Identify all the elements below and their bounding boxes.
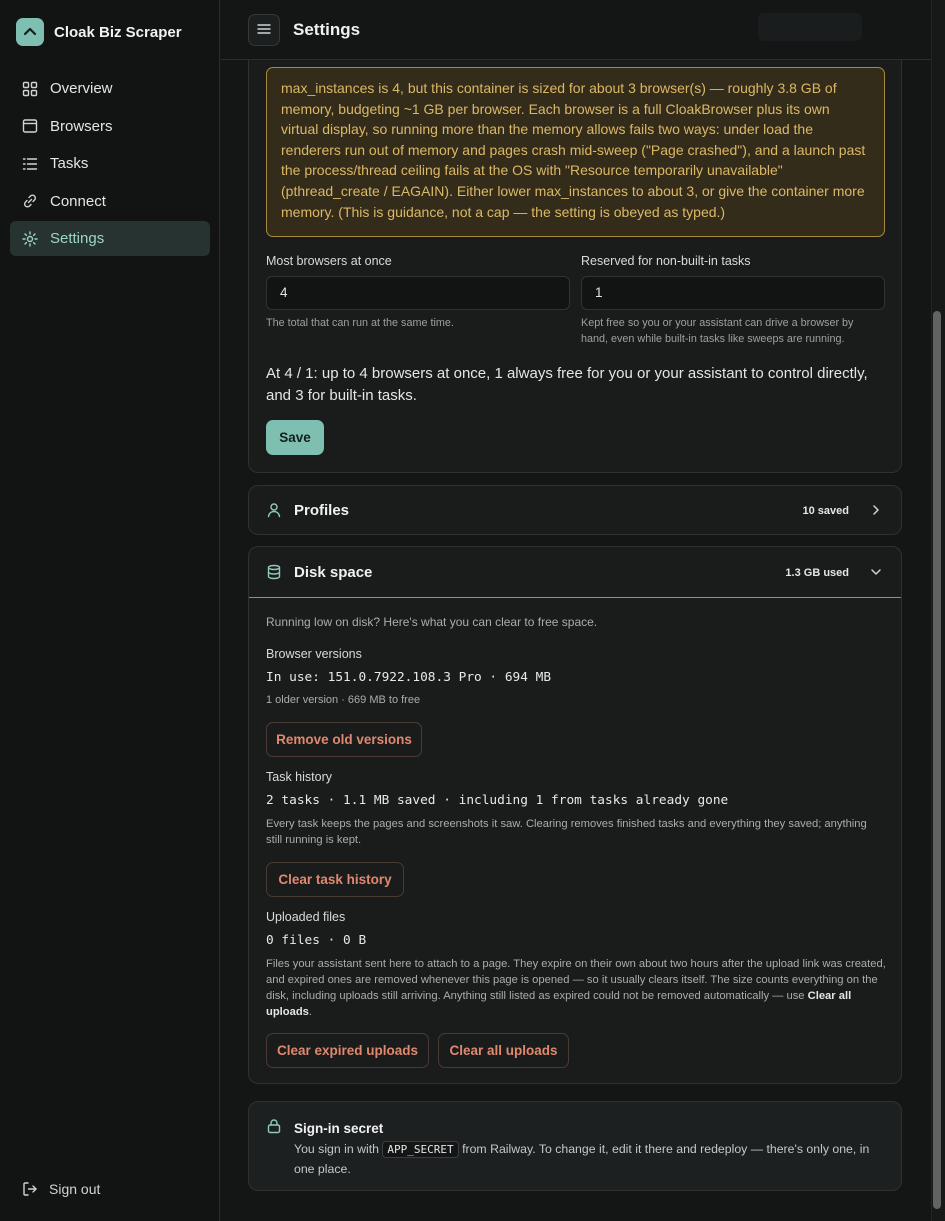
page-title: Settings <box>293 20 361 39</box>
grid-icon <box>22 81 38 97</box>
uploaded-files-summary: 0 files · 0 B <box>266 933 367 948</box>
chevron-right-icon <box>869 503 883 517</box>
browser-limits-card: max_instances is 4, but this container i… <box>248 40 902 473</box>
lock-icon <box>266 1118 282 1134</box>
gear-icon <box>22 230 38 247</box>
clear-expired-uploads-button[interactable]: Clear expired uploads <box>266 1033 429 1068</box>
sidebar-item-label: Settings <box>50 230 105 247</box>
sidebar-item-label: Connect <box>50 192 106 210</box>
app-secret-code: APP_SECRET <box>382 1141 459 1158</box>
sign-in-secret-card: Sign-in secret You sign in with APP_SECR… <box>248 1101 902 1191</box>
sidebar-item-connect[interactable]: Connect <box>10 184 210 219</box>
disk-space-header[interactable]: Disk space 1.3 GB used <box>249 547 901 598</box>
sign-out-icon <box>22 1181 38 1197</box>
limits-summary: At 4 / 1: up to 4 browsers at once, 1 al… <box>266 365 868 404</box>
app-logo-icon <box>16 18 44 46</box>
header-action-button[interactable] <box>758 13 862 41</box>
disk-space-card: Disk space 1.3 GB used Running low on di… <box>248 546 902 1084</box>
profiles-title: Profiles <box>294 502 350 519</box>
uploads-desc-text: Files your assistant sent here to attach… <box>266 958 886 1002</box>
uploaded-files-description: Files your assistant sent here to attach… <box>266 956 886 1020</box>
reserved-input[interactable]: 1 <box>581 276 885 310</box>
page-header: Settings <box>221 0 931 60</box>
window-icon <box>22 118 38 134</box>
chevron-down-icon <box>869 565 883 579</box>
user-icon <box>266 502 282 518</box>
app-name: Cloak Biz Scraper <box>54 23 182 41</box>
list-icon <box>22 156 38 172</box>
max-browsers-input[interactable]: 4 <box>266 276 570 310</box>
hamburger-icon <box>257 22 271 38</box>
database-icon <box>266 564 282 580</box>
remove-old-versions-button[interactable]: Remove old versions <box>266 722 422 757</box>
sign-out-button[interactable]: Sign out <box>22 1181 100 1197</box>
max-browsers-label: Most browsers at once <box>266 254 392 268</box>
clear-all-uploads-button[interactable]: Clear all uploads <box>438 1033 569 1068</box>
sign-in-secret-title: Sign-in secret <box>294 1121 384 1136</box>
scrollbar-thumb[interactable] <box>933 311 941 1209</box>
uploads-desc-end: . <box>308 1006 312 1018</box>
task-history-summary: 2 tasks · 1.1 MB saved · including 1 fro… <box>266 793 729 808</box>
save-button[interactable]: Save <box>266 420 324 455</box>
browser-versions-label: Browser versions <box>266 647 362 661</box>
memory-warning: max_instances is 4, but this container i… <box>266 67 885 237</box>
disk-space-used: 1.3 GB used <box>785 567 849 579</box>
brand[interactable]: Cloak Biz Scraper <box>16 18 182 46</box>
uploaded-files-label: Uploaded files <box>266 910 346 924</box>
task-history-label: Task history <box>266 770 332 784</box>
link-icon <box>22 193 38 209</box>
reserved-label: Reserved for non-built-in tasks <box>581 254 751 268</box>
sidebar-item-settings[interactable]: Settings <box>10 221 210 256</box>
menu-toggle-button[interactable] <box>248 14 280 46</box>
sidebar-item-label: Browsers <box>50 117 113 135</box>
browser-version-in-use: In use: 151.0.7922.108.3 Pro · 694 MB <box>266 670 552 685</box>
profiles-count: 10 saved <box>802 505 849 517</box>
sidebar-item-label: Overview <box>50 80 113 97</box>
sidebar-item-overview[interactable]: Overview <box>10 71 210 106</box>
sign-in-secret-text: You sign in with APP_SECRET from Railway… <box>294 1140 884 1179</box>
disk-space-title: Disk space <box>294 564 373 581</box>
sidebar: Cloak Biz Scraper Overview Browsers Task… <box>0 0 220 1221</box>
max-browsers-hint: The total that can run at the same time. <box>266 317 454 329</box>
task-history-description: Every task keeps the pages and screensho… <box>266 818 867 846</box>
sidebar-nav: Overview Browsers Tasks Connect Settings <box>10 71 210 259</box>
reserved-hint: Kept free so you or your assistant can d… <box>581 317 854 345</box>
disk-intro: Running low on disk? Here's what you can… <box>266 615 598 629</box>
sidebar-item-browsers[interactable]: Browsers <box>10 109 210 144</box>
sign-out-label: Sign out <box>49 1181 101 1197</box>
browser-older-versions: 1 older version · 669 MB to free <box>266 694 421 706</box>
sidebar-item-tasks[interactable]: Tasks <box>10 146 210 181</box>
profiles-card[interactable]: Profiles 10 saved <box>248 485 902 535</box>
secret-text-before: You sign in with <box>294 1142 383 1156</box>
clear-task-history-button[interactable]: Clear task history <box>266 862 404 897</box>
sidebar-item-label: Tasks <box>50 155 89 172</box>
